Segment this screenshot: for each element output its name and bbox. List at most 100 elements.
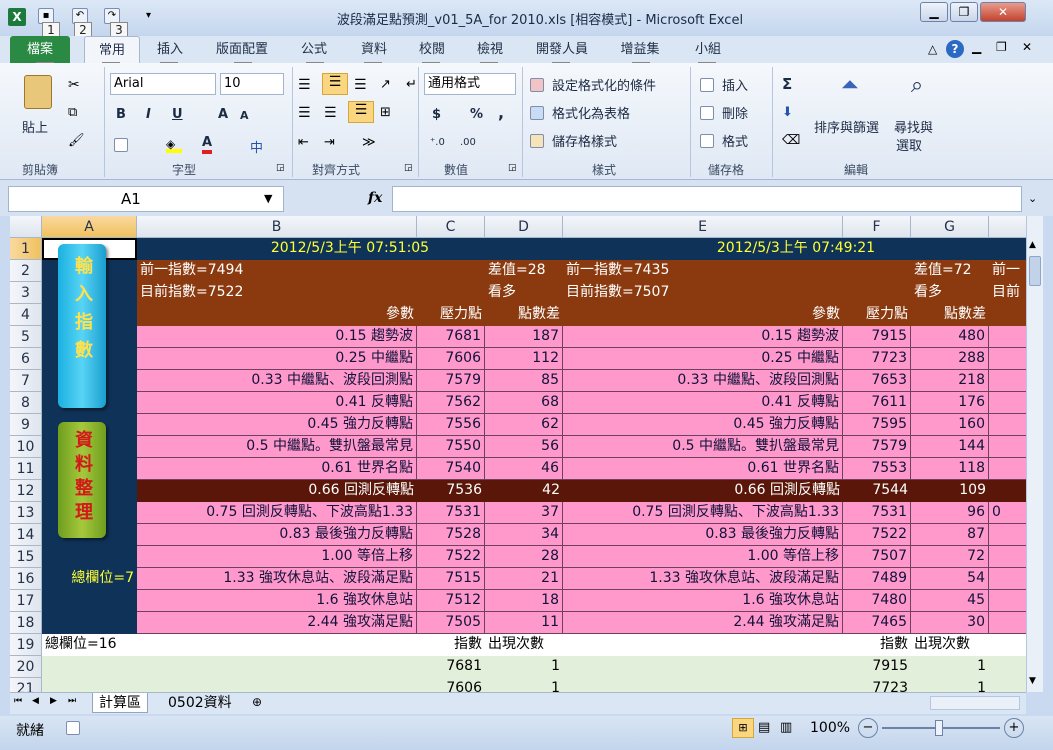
right-table-cell[interactable]: 87 <box>911 524 989 546</box>
right-table-cell[interactable]: 7507 <box>843 546 911 568</box>
right-table-cell[interactable]: 7489 <box>843 568 911 590</box>
left-table-cell[interactable]: 1.00 等倍上移 <box>137 546 417 568</box>
right-table-cell[interactable]: 0.66 回測反轉點 <box>563 480 843 502</box>
format-as-table-button[interactable]: 格式化為表格 <box>552 103 630 122</box>
overflow-cell[interactable] <box>989 568 1026 590</box>
overflow-cell[interactable] <box>989 370 1026 392</box>
row-header-12[interactable]: 12 <box>10 480 42 502</box>
organize-data-button[interactable]: 資料整理 <box>58 422 106 538</box>
column-header-B[interactable]: B <box>137 216 417 238</box>
font-name-combo[interactable]: Arial <box>110 73 216 95</box>
fill-icon[interactable]: ⬇ <box>782 105 793 120</box>
left-table-cell[interactable]: 21 <box>485 568 563 590</box>
formula-expand-icon[interactable]: ⌄ <box>1028 192 1037 205</box>
right-table-cell[interactable]: 0.61 世界名點 <box>563 458 843 480</box>
scroll-thumb[interactable] <box>1029 256 1041 286</box>
left-table-cell[interactable]: 7536 <box>417 480 485 502</box>
excel-app-icon[interactable]: X <box>8 8 26 26</box>
copy-icon[interactable]: ⧉ <box>68 105 77 120</box>
right-table-cell[interactable]: 144 <box>911 436 989 458</box>
left-table-cell[interactable]: 7550 <box>417 436 485 458</box>
format-painter-icon[interactable]: 🖌 <box>68 133 85 148</box>
scroll-up-icon[interactable]: ▲ <box>1029 240 1036 250</box>
cut-icon[interactable]: ✂ <box>68 77 80 93</box>
column-header-D[interactable]: D <box>485 216 563 238</box>
overflow-cell[interactable] <box>989 414 1026 436</box>
normal-view-icon[interactable]: ⊞ <box>732 718 754 738</box>
left-table-cell[interactable]: 7531 <box>417 502 485 524</box>
sort-filter-button[interactable]: 排序與篩選 <box>814 117 879 136</box>
left-table-cell[interactable]: 7606 <box>417 348 485 370</box>
left-table-cell[interactable]: 0.41 反轉點 <box>137 392 417 414</box>
column-header-H[interactable] <box>989 216 1026 238</box>
clear-icon[interactable]: ⌫ <box>782 133 800 148</box>
left-table-cell[interactable]: 85 <box>485 370 563 392</box>
overflow-cell[interactable] <box>989 392 1026 414</box>
last-sheet-icon[interactable]: ⏭ <box>68 696 76 706</box>
alignment-dialog-launcher-icon[interactable]: ◲ <box>404 163 413 173</box>
phonetic-button[interactable]: 中 <box>250 137 263 156</box>
left-table-cell[interactable]: 2.44 強攻滿足點 <box>137 612 417 634</box>
align-middle-icon[interactable]: ☰ <box>322 73 348 95</box>
right-table-cell[interactable]: 1.33 強攻休息站、波段滿足點 <box>563 568 843 590</box>
formula-input[interactable] <box>392 186 1022 212</box>
left-table-cell[interactable]: 7528 <box>417 524 485 546</box>
right-table-cell[interactable]: 2.44 強攻滿足點 <box>563 612 843 634</box>
cell-styles-icon[interactable] <box>530 133 544 148</box>
left-table-cell[interactable]: 7505 <box>417 612 485 634</box>
right-table-cell[interactable]: 0.5 中繼點。雙扒盤最常見 <box>563 436 843 458</box>
tab-review[interactable]: 校閱 <box>408 36 456 63</box>
row-header-20[interactable]: 20 <box>10 656 42 678</box>
tab-view[interactable]: 檢視 <box>466 36 514 63</box>
tab-page-layout[interactable]: 版面配置 <box>206 36 278 63</box>
column-header-C[interactable]: C <box>417 216 485 238</box>
right-table-cell[interactable]: 1.6 強攻休息站 <box>563 590 843 612</box>
comma-button[interactable]: , <box>498 103 504 122</box>
right-table-cell[interactable]: 7480 <box>843 590 911 612</box>
right-table-cell[interactable]: 1.00 等倍上移 <box>563 546 843 568</box>
grow-font-button[interactable]: A <box>218 107 228 122</box>
sheet-tab-0502[interactable]: 0502資料 <box>162 693 238 713</box>
left-table-cell[interactable]: 56 <box>485 436 563 458</box>
left-table-cell[interactable]: 7681 <box>417 326 485 348</box>
right-table-cell[interactable]: 7723 <box>843 348 911 370</box>
left-table-cell[interactable]: 187 <box>485 326 563 348</box>
right-table-cell[interactable]: 7531 <box>843 502 911 524</box>
align-right-icon[interactable]: ☰ <box>348 101 374 123</box>
row-header-5[interactable]: 5 <box>10 326 42 348</box>
tab-developer[interactable]: 開發人員 <box>526 36 598 63</box>
decrease-indent-icon[interactable]: ⇤ <box>298 135 309 150</box>
find-select-icon[interactable]: ⌕ <box>902 73 932 107</box>
orientation-icon[interactable]: ↗ <box>380 77 391 92</box>
page-break-view-icon[interactable]: ▥ <box>780 720 792 735</box>
bold-button[interactable]: B <box>116 107 126 122</box>
left-table-cell[interactable]: 112 <box>485 348 563 370</box>
overflow-cell[interactable] <box>989 348 1026 370</box>
right-table-cell[interactable]: 7595 <box>843 414 911 436</box>
column-header-E[interactable]: E <box>563 216 843 238</box>
first-sheet-icon[interactable]: ⏮ <box>14 696 22 706</box>
right-table-cell[interactable]: 109 <box>911 480 989 502</box>
conditional-format-button[interactable]: 設定格式化的條件 <box>552 75 656 94</box>
format-as-table-icon[interactable] <box>530 105 544 120</box>
right-table-cell[interactable]: 7544 <box>843 480 911 502</box>
find-button[interactable]: 尋找與 <box>894 117 933 136</box>
left-table-cell[interactable]: 1.6 強攻休息站 <box>137 590 417 612</box>
workbook-restore-icon[interactable]: ❐ <box>996 40 1007 54</box>
row-header-16[interactable]: 16 <box>10 568 42 590</box>
insert-cells-icon[interactable] <box>700 77 714 92</box>
restore-button[interactable]: ❐ <box>950 2 978 22</box>
number-format-combo[interactable]: 通用格式 <box>424 73 516 95</box>
align-top-icon[interactable]: ☰ <box>298 77 311 93</box>
row-header-19[interactable]: 19 <box>10 634 42 656</box>
right-table-cell[interactable]: 7579 <box>843 436 911 458</box>
insert-cells-button[interactable]: 插入 <box>722 75 748 94</box>
left-table-cell[interactable]: 7512 <box>417 590 485 612</box>
right-table-cell[interactable]: 160 <box>911 414 989 436</box>
tab-team[interactable]: 小組 <box>684 36 732 63</box>
left-table-cell[interactable]: 46 <box>485 458 563 480</box>
left-table-cell[interactable]: 7579 <box>417 370 485 392</box>
fill-color-icon[interactable]: ◈ <box>166 137 182 153</box>
left-table-cell[interactable]: 7522 <box>417 546 485 568</box>
row-header-4[interactable]: 4 <box>10 304 42 326</box>
